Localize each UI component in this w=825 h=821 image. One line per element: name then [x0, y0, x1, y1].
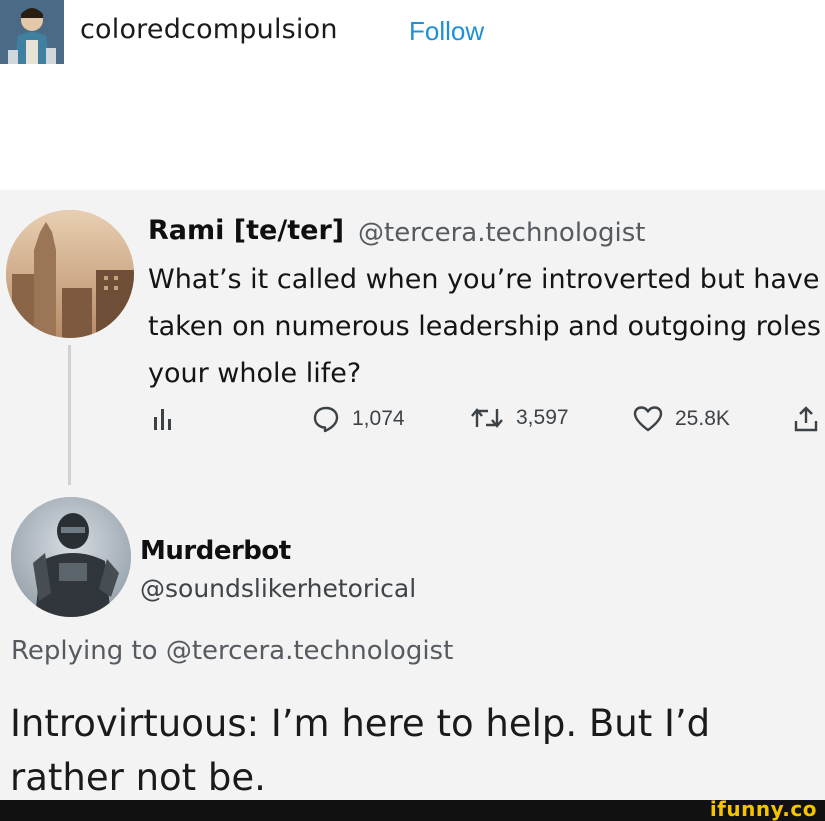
tweet-author-handle[interactable]: @tercera.technologist	[358, 218, 645, 248]
tweet-actions: 1,074 3,597 25.8K	[0, 405, 825, 445]
user-avatar[interactable]	[0, 0, 64, 64]
analytics-button[interactable]	[153, 405, 175, 431]
post-header: coloredcompulsion Follow	[0, 0, 825, 64]
replying-to-label: Replying to	[11, 636, 158, 666]
ifunny-watermark: ifunny.co	[709, 797, 817, 821]
heart-icon	[633, 405, 663, 433]
reply-author-avatar[interactable]	[11, 497, 131, 617]
like-button[interactable]: 25.8K	[633, 405, 730, 433]
tweet-author-avatar[interactable]	[6, 210, 134, 338]
reply-author-name[interactable]: Murderbot	[140, 536, 291, 566]
replying-to-line: Replying to @tercera.technologist	[11, 636, 453, 666]
reply-count: 1,074	[352, 407, 405, 430]
replying-to-mention[interactable]: @tercera.technologist	[166, 636, 453, 666]
like-count: 25.8K	[675, 407, 730, 430]
share-button[interactable]	[794, 405, 818, 433]
retweet-icon	[470, 405, 504, 431]
reply-author-handle[interactable]: @soundslikerhetorical	[140, 574, 416, 603]
share-icon	[794, 405, 818, 433]
retweet-button[interactable]: 3,597	[470, 405, 569, 431]
analytics-icon	[153, 405, 175, 431]
reply-button[interactable]: 1,074	[312, 405, 405, 433]
retweet-count: 3,597	[516, 406, 569, 429]
tweet-author-name[interactable]: Rami [te/ter]	[148, 215, 344, 246]
tweet-text: What’s it called when you’re introverted…	[148, 264, 821, 389]
reply-text: Introvirtuous: I’m here to help. But I’d…	[10, 702, 711, 799]
username[interactable]: coloredcompulsion	[80, 14, 338, 45]
reply-icon	[312, 405, 340, 433]
watermark-bar	[0, 800, 825, 821]
follow-button[interactable]: Follow	[409, 16, 484, 47]
